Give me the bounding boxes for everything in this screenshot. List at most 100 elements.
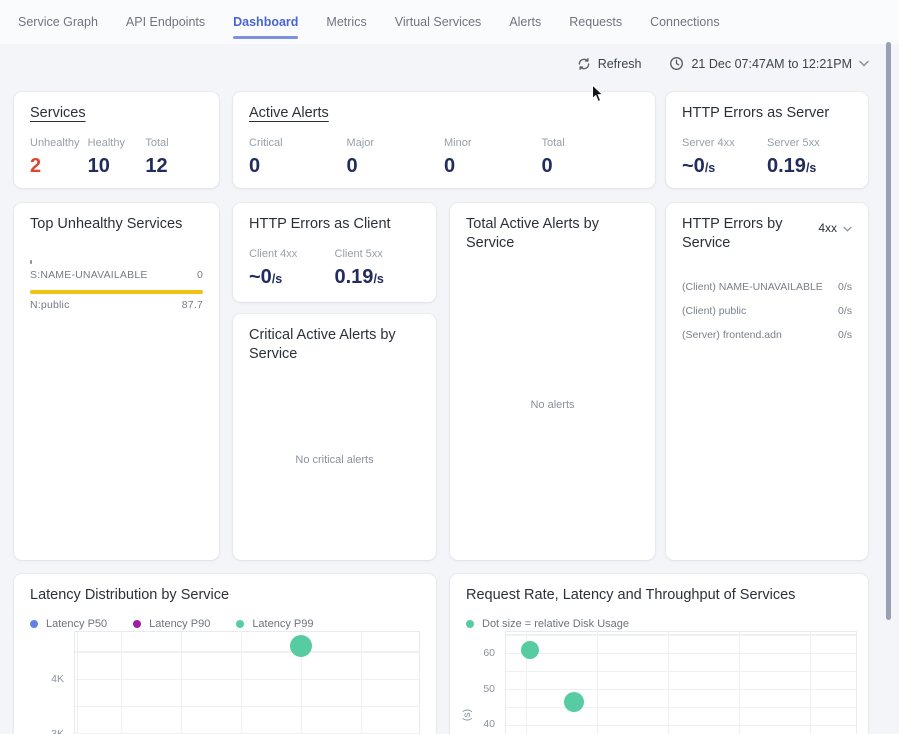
stat-value: 0: [542, 155, 640, 178]
legend-item-p99[interactable]: Latency P99: [236, 618, 313, 630]
stat-value: 10: [88, 155, 146, 178]
latency-chart-title: Latency Distribution by Service: [30, 586, 420, 605]
legend-item-p50[interactable]: Latency P50: [30, 618, 107, 630]
unhealthy-item-bar: [30, 290, 203, 294]
request-rate-card: Request Rate, Latency and Throughput of …: [450, 574, 868, 734]
unhealthy-item[interactable]: S:NAME-UNAVAILABLE 0: [30, 260, 203, 281]
services-card-title[interactable]: Services: [30, 104, 203, 123]
critical-alerts-card: Critical Active Alerts by Service No cri…: [233, 314, 436, 560]
legend-dot: [133, 620, 141, 628]
critical-alerts-title: Critical Active Alerts by Service: [249, 326, 429, 364]
y-tick-label: 50: [483, 683, 495, 695]
tab-virtual-services[interactable]: Virtual Services: [395, 15, 482, 29]
http-errors-client-title: HTTP Errors as Client: [249, 215, 420, 234]
refresh-button[interactable]: Refresh: [577, 57, 642, 71]
request-rate-chart-title: Request Rate, Latency and Throughput of …: [466, 586, 852, 605]
toolbar: Refresh 21 Dec 07:47AM to 12:21PM: [577, 56, 869, 71]
y-tick-label: 3K: [51, 728, 64, 734]
data-point[interactable]: [521, 641, 539, 659]
y-tick-label: 60: [483, 647, 495, 659]
data-point[interactable]: [564, 692, 584, 712]
http-errors-client-card: HTTP Errors as Client Client 4xx ~0/s Cl…: [233, 203, 436, 302]
latency-chart-plot: 4K3K: [74, 631, 420, 734]
refresh-icon: [577, 57, 591, 71]
stat-label: Server 5xx: [767, 137, 852, 149]
top-unhealthy-title: Top Unhealthy Services: [30, 215, 203, 234]
data-point[interactable]: [290, 635, 312, 657]
stat-value: ~0/s: [682, 155, 767, 178]
unhealthy-item-value: 87.7: [182, 299, 203, 311]
stat-label: Major: [347, 137, 445, 149]
stat-label: Client 4xx: [249, 248, 335, 260]
stat-label: Server 4xx: [682, 137, 767, 149]
y-tick-label: 4K: [51, 673, 64, 685]
http-errors-by-service-title: HTTP Errors by Service: [682, 215, 802, 253]
stat-value: 0: [249, 155, 347, 178]
service-label: (Client) NAME-UNAVAILABLE: [682, 281, 823, 293]
legend-item-p90[interactable]: Latency P90: [133, 618, 210, 630]
error-rate-row[interactable]: (Client) public 0/s: [682, 305, 852, 317]
date-range-picker[interactable]: 21 Dec 07:47AM to 12:21PM: [669, 56, 869, 71]
empty-state-text: No critical alerts: [233, 454, 436, 466]
top-nav: Service Graph API Endpoints Dashboard Me…: [0, 0, 899, 44]
legend-dot: [30, 620, 38, 628]
unhealthy-item-bar: [30, 260, 32, 264]
legend-dot: [466, 620, 474, 628]
stat-critical: Critical 0: [249, 137, 347, 178]
stat-total: Total 0: [542, 137, 640, 178]
error-rate-row[interactable]: (Server) frontend.adn 0/s: [682, 329, 852, 341]
legend-dot: [236, 620, 244, 628]
stat-label: Client 5xx: [335, 248, 421, 260]
stat-value: 0.19/s: [335, 266, 421, 289]
legend-label: Latency P99: [252, 618, 313, 630]
unhealthy-item-label: N:public: [30, 299, 70, 311]
stat-value: 12: [145, 155, 203, 178]
tab-api-endpoints[interactable]: API Endpoints: [126, 15, 205, 29]
stat-unhealthy: Unhealthy 2: [30, 137, 88, 178]
stat-value: 0: [444, 155, 542, 178]
y-tick-label: 40: [483, 718, 495, 730]
error-rate-row[interactable]: (Client) NAME-UNAVAILABLE 0/s: [682, 281, 852, 293]
unhealthy-item[interactable]: N:public 87.7: [30, 290, 203, 311]
legend-label: Latency P50: [46, 618, 107, 630]
rate-value: 0/s: [838, 329, 852, 341]
stat-label: Critical: [249, 137, 347, 149]
date-range-label: 21 Dec 07:47AM to 12:21PM: [691, 57, 852, 71]
tab-requests[interactable]: Requests: [569, 15, 622, 29]
tab-alerts[interactable]: Alerts: [509, 15, 541, 29]
dropdown-value: 4xx: [818, 221, 837, 235]
stat-label: Total: [542, 137, 640, 149]
tab-connections[interactable]: Connections: [650, 15, 720, 29]
unhealthy-item-label: S:NAME-UNAVAILABLE: [30, 269, 148, 281]
mouse-cursor: [591, 84, 604, 108]
tab-dashboard[interactable]: Dashboard: [233, 15, 298, 29]
stat-label: Unhealthy: [30, 137, 88, 149]
stat-server-5xx: Server 5xx 0.19/s: [767, 137, 852, 178]
latency-chart-legend: Latency P50 Latency P90 Latency P99: [30, 618, 420, 630]
legend-label: Latency P90: [149, 618, 210, 630]
clock-icon: [669, 56, 684, 71]
error-class-dropdown[interactable]: 4xx: [818, 221, 852, 235]
latency-distribution-card: Latency Distribution by Service Latency …: [14, 574, 436, 734]
services-card: Services Unhealthy 2 Healthy 10 Total 12: [14, 92, 219, 188]
stat-minor: Minor 0: [444, 137, 542, 178]
stat-value: 0: [347, 155, 445, 178]
http-errors-by-service-card: HTTP Errors by Service 4xx (Client) NAME…: [666, 203, 868, 560]
scrollbar-thumb[interactable]: [886, 42, 891, 620]
tab-service-graph[interactable]: Service Graph: [18, 15, 98, 29]
http-errors-server-title: HTTP Errors as Server: [682, 104, 852, 123]
service-label: (Client) public: [682, 305, 746, 317]
request-rate-chart-plot: (s) 605040: [505, 631, 857, 734]
stat-value: 0.19/s: [767, 155, 852, 178]
total-alerts-title: Total Active Alerts by Service: [466, 215, 636, 253]
http-errors-server-card: HTTP Errors as Server Server 4xx ~0/s Se…: [666, 92, 868, 188]
stat-value: ~0/s: [249, 266, 335, 289]
legend-label: Dot size = relative Disk Usage: [482, 618, 629, 630]
stat-label: Healthy: [88, 137, 146, 149]
active-alerts-card-title[interactable]: Active Alerts: [249, 104, 639, 123]
tab-metrics[interactable]: Metrics: [326, 15, 366, 29]
y-axis-label: (s): [461, 709, 473, 721]
stat-label: Minor: [444, 137, 542, 149]
stat-client-4xx: Client 4xx ~0/s: [249, 248, 335, 289]
stat-healthy: Healthy 10: [88, 137, 146, 178]
